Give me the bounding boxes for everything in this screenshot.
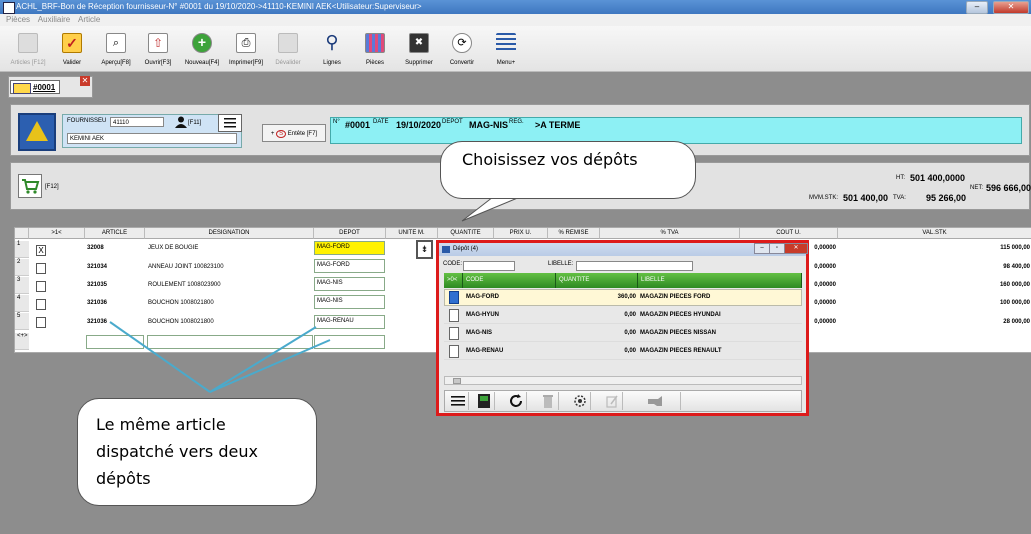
callout-bottom-line2: dispatché vers deux: [96, 442, 258, 461]
callout-top-text: Choisissez vos dépôts: [462, 150, 638, 169]
callout-same-article: Le même article dispatché vers deux dépô…: [77, 398, 317, 506]
callout-choose-depots: Choisissez vos dépôts: [440, 141, 696, 199]
callout-bottom-line3: dépôts: [96, 469, 151, 488]
callout-bottom-line1: Le même article: [96, 415, 226, 434]
